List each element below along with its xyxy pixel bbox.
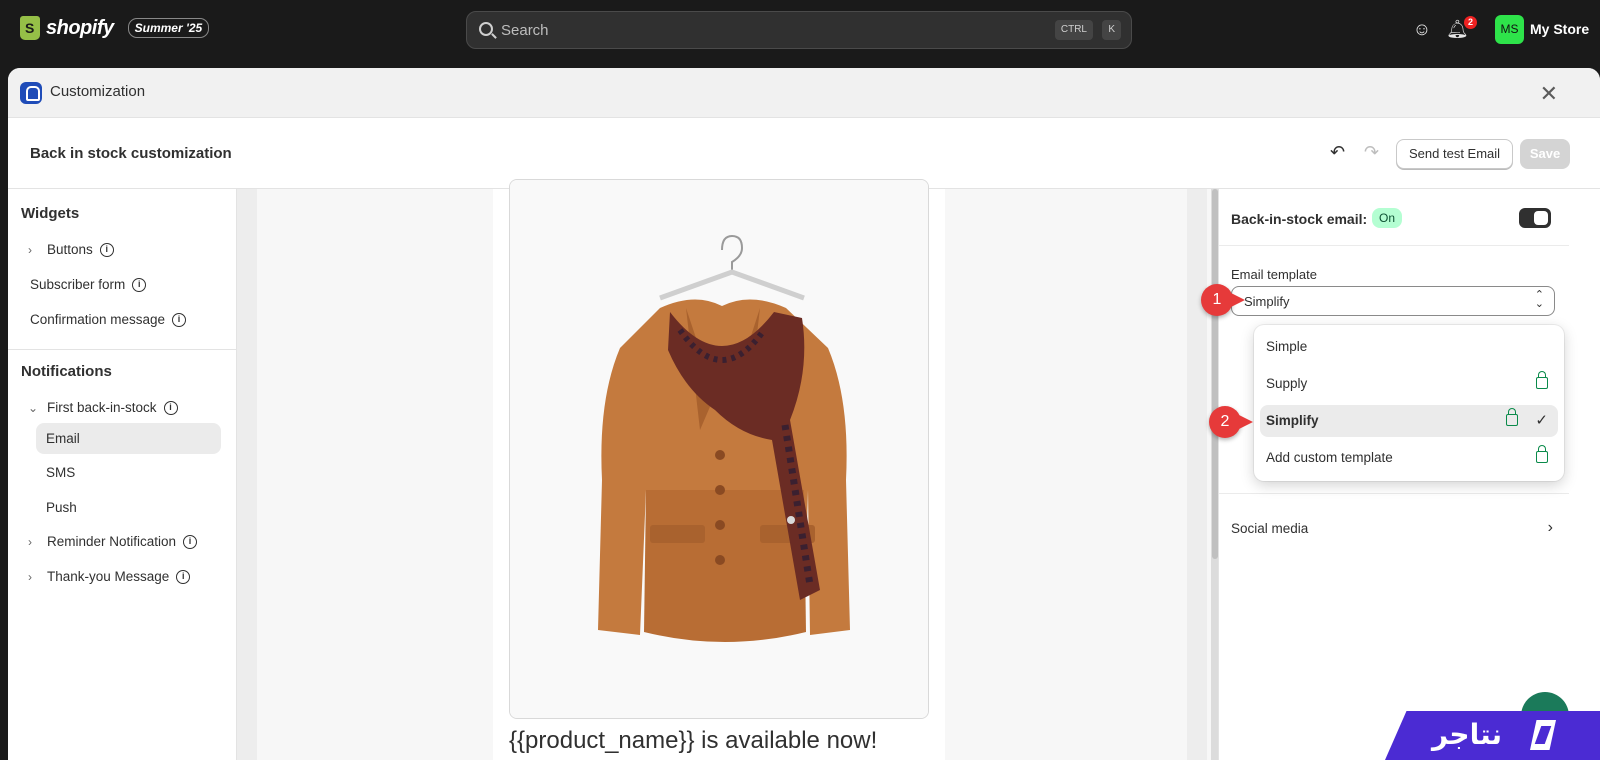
info-icon[interactable]: i — [172, 312, 187, 327]
shopify-bag-icon — [20, 16, 40, 40]
social-media-label: Social media — [1231, 521, 1309, 536]
shortcut-ctrl-key: CTRL — [1054, 20, 1093, 40]
sidebar-item-label: Subscriber form — [30, 277, 126, 292]
sidebar-divider — [8, 349, 237, 350]
sidebar-item-reminder-notification[interactable]: › Reminder Notification i — [28, 534, 198, 549]
sidebar-item-label: First back-in-stock — [47, 400, 157, 415]
info-icon[interactable]: i — [163, 400, 178, 415]
option-label: Add custom template — [1266, 450, 1393, 465]
option-label: Simple — [1266, 339, 1308, 354]
lock-icon — [1536, 371, 1548, 389]
option-label: Supply — [1266, 376, 1308, 391]
sidekick-icon[interactable]: ☺ — [1411, 18, 1433, 40]
admin-top-bar: shopify Summer '25 Search CTRL K ☺ 🔔︎ 2 … — [0, 0, 1600, 60]
sidebar-item-subscriber-form[interactable]: Subscriber form i — [30, 277, 147, 292]
panel-divider — [1219, 493, 1569, 494]
jacket-with-scarf-illustration — [510, 180, 928, 718]
checkmark-icon: ✓ — [1535, 412, 1548, 429]
template-option-add-custom[interactable]: Add custom template — [1260, 442, 1558, 474]
chevron-down-icon: ⌄ — [28, 400, 39, 415]
chevron-right-icon: › — [1547, 519, 1553, 536]
info-icon[interactable]: i — [183, 534, 198, 549]
avatar[interactable]: MS — [1495, 15, 1524, 44]
social-media-section[interactable]: Social media › — [1231, 519, 1555, 536]
modal-title: Customization — [50, 83, 146, 100]
panel-divider — [1219, 245, 1569, 246]
template-dropdown-menu: Simple Supply Simplify ✓ Add custom temp… — [1254, 325, 1564, 481]
sidebar-item-label: SMS — [46, 465, 76, 480]
email-template-value: Simplify — [1244, 294, 1290, 309]
sidebar-item-push[interactable]: Push — [46, 500, 77, 515]
template-option-simple[interactable]: Simple — [1260, 331, 1558, 363]
send-test-email-button[interactable]: Send test Email — [1396, 139, 1514, 169]
close-icon[interactable]: ✕ — [1540, 81, 1558, 107]
chevron-right-icon: › — [28, 569, 32, 584]
email-template-select[interactable]: Simplify ⌃ ⌄ — [1231, 286, 1555, 316]
product-availability-caption: {{product_name}} is available now! — [509, 727, 878, 754]
lock-icon — [1536, 445, 1548, 463]
app-bell-icon — [20, 82, 42, 104]
email-template-label: Email template — [1231, 267, 1317, 282]
email-preview-area: {{product_name}} is available now! — [237, 179, 1217, 760]
edition-badge: Summer '25 — [127, 18, 210, 38]
sidebar-item-sms[interactable]: SMS — [46, 465, 75, 480]
modal-header: Customization ✕ — [8, 68, 1600, 118]
product-image — [509, 179, 929, 719]
search-input[interactable]: Search CTRL K — [466, 11, 1132, 49]
sidebar-item-label: Reminder Notification — [47, 534, 177, 549]
callout-marker-1: 1 — [1201, 284, 1245, 316]
shortcut-k-key: K — [1102, 20, 1121, 40]
lock-icon — [1506, 408, 1518, 426]
callout-marker-2: 2 — [1209, 406, 1253, 438]
sidebar-item-label: Thank-you Message — [47, 569, 170, 584]
sidebar-item-buttons[interactable]: › Buttons i — [28, 242, 114, 257]
brand-wordmark: shopify — [46, 16, 114, 39]
email-enabled-toggle[interactable] — [1519, 208, 1551, 228]
watermark-logo-text: نتاجر — [1432, 718, 1503, 751]
shopify-logo[interactable]: shopify Summer '25 — [20, 16, 210, 40]
preview-gutter-right — [1187, 189, 1207, 760]
sidebar-item-confirmation-message[interactable]: Confirmation message i — [30, 312, 187, 327]
page-title: Back in stock customization — [30, 145, 232, 162]
save-button[interactable]: Save — [1520, 139, 1570, 169]
search-icon — [479, 22, 493, 36]
info-icon[interactable]: i — [132, 277, 147, 292]
redo-icon[interactable]: ↷ — [1364, 142, 1379, 163]
email-body-preview: {{product_name}} is available now! — [493, 179, 945, 760]
search-placeholder: Search — [501, 22, 549, 39]
info-icon[interactable]: i — [176, 569, 191, 584]
preview-gutter-left — [237, 189, 257, 760]
sidebar-item-thank-you-message[interactable]: › Thank-you Message i — [28, 569, 191, 584]
left-sidebar: Widgets › Buttons i Subscriber form i Co… — [8, 189, 237, 760]
undo-icon[interactable]: ↶ — [1330, 142, 1345, 163]
notification-count-badge: 2 — [1464, 16, 1477, 29]
option-label: Simplify — [1266, 413, 1319, 428]
sidebar-item-label: Email — [46, 431, 80, 446]
store-name[interactable]: My Store — [1530, 21, 1589, 37]
select-chevron-icon: ⌃ ⌄ — [1534, 289, 1544, 310]
template-option-simplify[interactable]: Simplify ✓ — [1260, 405, 1558, 437]
info-icon[interactable]: i — [99, 242, 114, 257]
sidebar-item-email[interactable]: Email — [46, 431, 80, 446]
sidebar-item-first-back-in-stock[interactable]: ⌄ First back-in-stock i — [28, 400, 178, 415]
status-badge: On — [1372, 208, 1403, 228]
chevron-right-icon: › — [28, 534, 32, 549]
notifications-heading: Notifications — [21, 363, 112, 380]
sidebar-item-label: Buttons — [47, 242, 93, 257]
sidebar-item-label: Confirmation message — [30, 312, 166, 327]
chevron-right-icon: › — [28, 242, 32, 257]
back-in-stock-email-label: Back-in-stock email: — [1231, 211, 1368, 227]
sidebar-item-label: Push — [46, 500, 77, 515]
widgets-heading: Widgets — [21, 205, 80, 222]
template-option-supply[interactable]: Supply — [1260, 368, 1558, 400]
